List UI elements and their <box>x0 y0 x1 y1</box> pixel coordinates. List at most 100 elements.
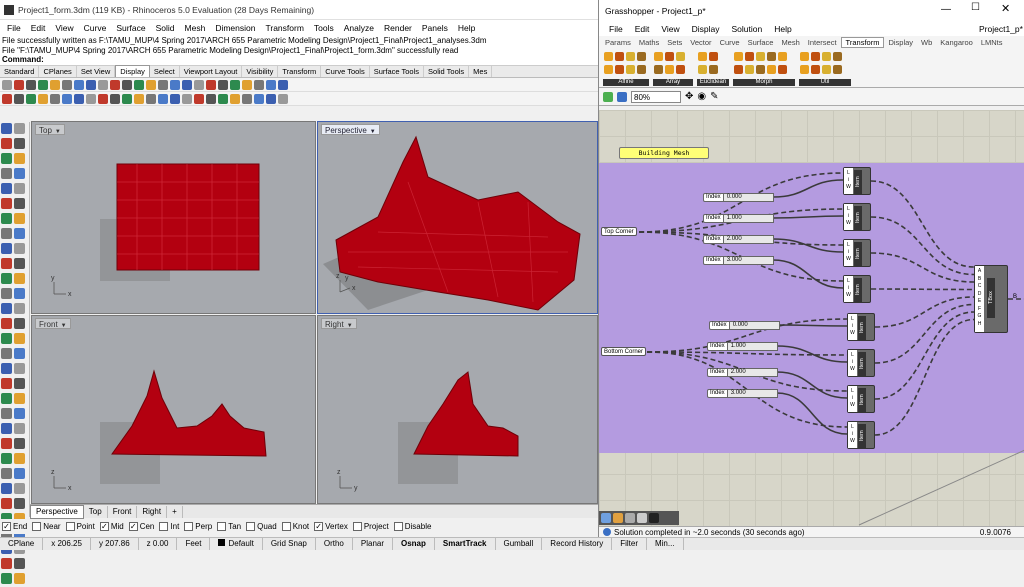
slider-value[interactable]: 1.000 <box>727 342 778 351</box>
osnap-near[interactable]: Near <box>32 522 61 531</box>
osnap-vertex[interactable]: ✓ Vertex <box>314 522 348 531</box>
tool-icon[interactable] <box>1 483 12 494</box>
tool-icon[interactable] <box>110 93 120 104</box>
ribbon-group-label[interactable]: Euclidean <box>697 79 729 86</box>
gh-tab[interactable]: Kangaroo <box>936 38 977 47</box>
viewport-tab[interactable]: Front <box>108 505 138 518</box>
component-icon[interactable] <box>604 65 613 74</box>
toolbar-tab[interactable]: CPlanes <box>39 66 77 77</box>
tool-icon[interactable] <box>14 558 25 569</box>
component-icon[interactable] <box>745 65 754 74</box>
osnap-perp[interactable]: Perp <box>184 522 212 531</box>
tool-icon[interactable] <box>14 303 25 314</box>
osnap-end[interactable]: ✓ End <box>2 522 27 531</box>
add-viewport-tab[interactable]: + <box>167 505 183 518</box>
ribbon-group-label[interactable]: Affine <box>603 79 649 86</box>
osnap-point[interactable]: Point <box>65 522 95 531</box>
component-icon[interactable] <box>745 52 754 61</box>
tool-icon[interactable] <box>194 93 204 104</box>
component-icon[interactable] <box>734 52 743 61</box>
gh-tab[interactable]: Maths <box>635 38 663 47</box>
eye-icon[interactable]: ◉ <box>697 91 706 102</box>
tool-icon[interactable] <box>2 93 12 104</box>
viewport-perspective[interactable]: Perspective ▼ x y z <box>317 121 598 314</box>
status-mode[interactable]: Ortho <box>316 538 353 550</box>
component-icon[interactable] <box>811 52 820 61</box>
menu-item-surface[interactable]: Surface <box>111 23 150 33</box>
tool-icon[interactable] <box>146 79 156 90</box>
tool-icon[interactable] <box>14 183 25 194</box>
item-component[interactable]: Li W Item <box>843 203 871 231</box>
index-slider[interactable]: Index 2.000 <box>707 368 778 377</box>
tool-icon[interactable] <box>2 79 12 90</box>
building-mesh-panel[interactable]: Building Mesh <box>619 147 709 159</box>
tool-icon[interactable] <box>122 93 132 104</box>
solution-icon[interactable] <box>603 91 613 102</box>
tool-icon[interactable] <box>14 258 25 269</box>
tool-icon[interactable] <box>74 79 84 90</box>
osnap-cen[interactable]: ✓ Cen <box>128 522 154 531</box>
blob-tool-icon[interactable] <box>625 513 635 523</box>
tool-icon[interactable] <box>62 93 72 104</box>
tool-icon[interactable] <box>1 348 12 359</box>
tool-icon[interactable] <box>14 348 25 359</box>
tool-icon[interactable] <box>266 79 276 90</box>
checkbox[interactable]: ✓ <box>99 522 109 531</box>
component-icon[interactable] <box>811 65 820 74</box>
index-slider[interactable]: Index 0.000 <box>703 193 774 202</box>
gh-tab[interactable]: Mesh <box>777 38 803 47</box>
tool-icon[interactable] <box>14 288 25 299</box>
item-component[interactable]: Li W Item <box>843 239 871 267</box>
tool-icon[interactable] <box>14 93 24 104</box>
gh-tab[interactable]: Params <box>601 38 635 47</box>
tool-icon[interactable] <box>1 408 12 419</box>
tool-icon[interactable] <box>14 378 25 389</box>
component-icon[interactable] <box>833 52 842 61</box>
component-icon[interactable] <box>698 65 707 74</box>
tool-icon[interactable] <box>14 168 25 179</box>
tool-icon[interactable] <box>170 93 180 104</box>
status-mode[interactable]: Min... <box>647 538 684 550</box>
osnap-quad[interactable]: Quad <box>246 522 277 531</box>
tool-icon[interactable] <box>1 393 12 404</box>
viewport-tab[interactable]: Perspective <box>30 504 84 519</box>
component-icon[interactable] <box>756 52 765 61</box>
tool-icon[interactable] <box>194 79 204 90</box>
tool-icon[interactable] <box>170 79 180 90</box>
tool-icon[interactable] <box>14 483 25 494</box>
component-icon[interactable] <box>833 65 842 74</box>
refresh-tool-icon[interactable] <box>649 513 659 523</box>
command-prompt[interactable]: Command: <box>2 55 598 65</box>
item-component[interactable]: Li W Item <box>843 167 871 195</box>
toolbar-tab[interactable]: Curve Tools <box>321 66 370 77</box>
tool-icon[interactable] <box>86 79 96 90</box>
osnap-knot[interactable]: Knot <box>281 522 309 531</box>
component-icon[interactable] <box>637 52 646 61</box>
tool-icon[interactable] <box>1 198 12 209</box>
slider-value[interactable]: 3.000 <box>727 389 778 398</box>
component-icon[interactable] <box>654 65 663 74</box>
tool-icon[interactable] <box>242 93 252 104</box>
toolbar-tab[interactable]: Viewport Layout <box>180 66 243 77</box>
status-mode[interactable]: Planar <box>353 538 393 550</box>
ribbon-group-label[interactable]: Morph <box>733 79 795 86</box>
gh-menu-item[interactable]: Edit <box>629 24 656 34</box>
checkbox[interactable]: ✓ <box>2 522 11 531</box>
gh-menu-item[interactable]: Help <box>768 24 797 34</box>
gh-tab[interactable]: Sets <box>663 38 686 47</box>
tool-icon[interactable] <box>14 198 25 209</box>
menu-item-help[interactable]: Help <box>453 23 480 33</box>
gh-menu-item[interactable]: Display <box>686 24 726 34</box>
tool-icon[interactable] <box>14 138 25 149</box>
viewport-right[interactable]: Right ▼ y z <box>317 315 598 504</box>
component-icon[interactable] <box>698 52 707 61</box>
tool-icon[interactable] <box>218 79 228 90</box>
save-icon[interactable] <box>617 91 627 102</box>
component-icon[interactable] <box>615 52 624 61</box>
tool-icon[interactable] <box>218 93 228 104</box>
menu-item-solid[interactable]: Solid <box>151 23 180 33</box>
checkbox[interactable] <box>281 522 291 531</box>
tool-icon[interactable] <box>1 138 12 149</box>
component-icon[interactable] <box>665 65 674 74</box>
tool-icon[interactable] <box>38 93 48 104</box>
